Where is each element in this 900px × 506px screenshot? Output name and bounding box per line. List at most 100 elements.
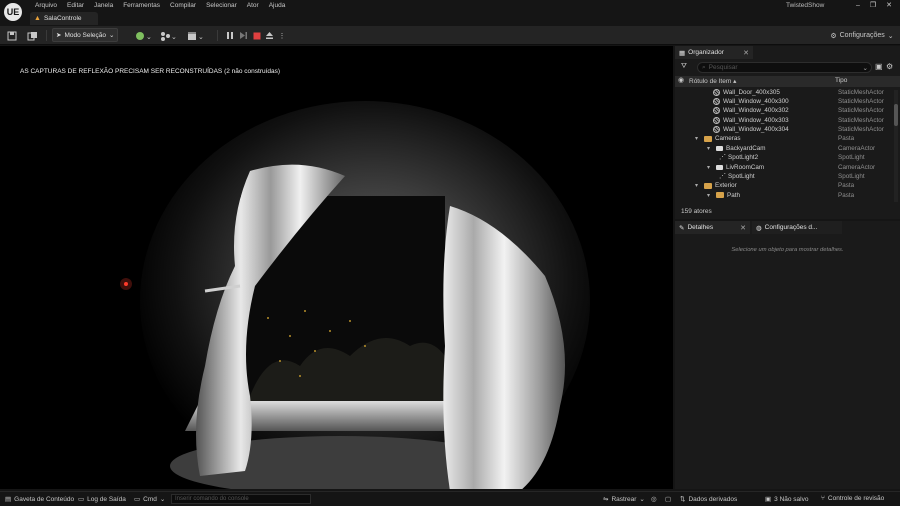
drawer-icon: ▤ (5, 496, 12, 503)
save-icon[interactable] (6, 29, 18, 42)
revision-icon: ⑂ (821, 495, 825, 502)
output-log-label: Log de Saída (87, 495, 126, 503)
close-window-button[interactable]: ✕ (882, 1, 896, 11)
outliner-row[interactable]: ▾ BackyardCam CameraActor (675, 144, 893, 153)
derived-data-button[interactable]: ⇅ Dados derivados (680, 495, 737, 504)
outliner-row[interactable]: ▾ Path Pasta (675, 191, 893, 200)
menu-item-ator[interactable]: Ator (242, 1, 264, 10)
settings-label: Configurações (839, 32, 885, 39)
revision-control-button[interactable]: ⑂ Controle de revisão (821, 495, 884, 502)
gear-icon[interactable]: ⚙ (886, 62, 893, 71)
world-settings-tab[interactable]: ◍ Configurações d... (752, 221, 842, 234)
menu-item-ferramentas[interactable]: Ferramentas (118, 1, 165, 10)
trace-icon: ⇋ (603, 496, 609, 503)
unreal-logo[interactable]: UE (4, 3, 22, 21)
chevron-down-icon: ⌄ (887, 32, 894, 40)
outliner-row[interactable]: ⋰ SpotLight2 SpotLight (675, 154, 893, 163)
outliner-row[interactable]: ▾ LivRoomCam CameraActor (675, 163, 893, 172)
output-log-button[interactable]: ▭ Log de Saída (78, 495, 126, 504)
outliner-tab-label: Organizador (688, 49, 724, 56)
record-icon[interactable]: ◎ (651, 495, 657, 503)
play-options-icon[interactable]: ⋮ (278, 29, 286, 42)
column-label-header[interactable]: Rótulo de Item ▴ (689, 77, 736, 85)
menu-item-ajuda[interactable]: Ajuda (264, 1, 291, 10)
outliner-row-type: StaticMeshActor (838, 126, 884, 134)
unsaved-button[interactable]: ▣ 3 Não salvo (765, 495, 809, 504)
outliner-row[interactable]: Wall_Window_400x303 StaticMeshActor (675, 116, 893, 125)
outliner-row[interactable]: Wall_Window_400x302 StaticMeshActor (675, 107, 893, 116)
outliner-column-header: ◉ Rótulo de Item ▴ Tipo (675, 76, 900, 87)
add-folder-icon[interactable]: ▣ (875, 62, 883, 71)
outliner-row[interactable]: Wall_Door_400x305 StaticMeshActor (675, 88, 893, 97)
outliner-search-input[interactable]: ⌕ Pesquisar ⌄ (697, 62, 872, 73)
outliner-row-type: StaticMeshActor (838, 88, 884, 96)
expand-caret-icon[interactable]: ▾ (695, 135, 701, 142)
expand-caret-icon[interactable]: ▾ (707, 192, 713, 199)
details-empty-hint: Selecione um objeto para mostrar detalhe… (731, 247, 844, 253)
viewport-scene-image (0, 46, 673, 489)
search-icon: ⌕ (702, 63, 706, 71)
folder-icon (716, 192, 724, 199)
settings-button[interactable]: ⚙ Configurações ⌄ (830, 29, 894, 42)
add-actor-icon[interactable]: ⌄ (133, 29, 153, 42)
outliner-scroll-thumb[interactable] (894, 104, 898, 126)
unsaved-label: 3 Não salvo (774, 495, 809, 503)
mesh-icon (713, 88, 720, 96)
outliner-row[interactable]: ▾ Exterior Pasta (675, 182, 893, 191)
svg-text:⌄: ⌄ (198, 34, 203, 41)
minimize-button[interactable]: – (851, 1, 865, 11)
trace-button[interactable]: ⇋ Rastrear ⌄ (603, 495, 645, 504)
expand-caret-icon[interactable]: ▾ (707, 145, 713, 152)
outliner-row-type: SpotLight (838, 154, 865, 162)
close-icon[interactable]: ✕ (743, 49, 749, 57)
step-icon[interactable] (238, 29, 249, 42)
camera-capture-icon[interactable]: ▢ (665, 495, 671, 503)
console-command-input[interactable]: Inserir comando do console (171, 494, 311, 504)
outliner-row-label: Wall_Window_400x300 (723, 97, 789, 105)
svg-text:⌄: ⌄ (146, 34, 151, 41)
visibility-eye-icon[interactable]: ◉ (678, 76, 684, 84)
cursor-icon: ➤ (56, 32, 62, 39)
project-name: TwistedShow (786, 2, 825, 9)
cmd-dropdown[interactable]: ▭ Cmd ⌄ (134, 495, 165, 504)
outliner-tab[interactable]: ▦ Organizador ✕ (675, 46, 753, 59)
revision-control-label: Controle de revisão (827, 495, 885, 502)
outliner-row-label: LivRoomCam (726, 163, 765, 171)
menu-item-selecionar[interactable]: Selecionar (201, 1, 242, 10)
outliner-row[interactable]: ▾ Cameras Pasta (675, 135, 893, 144)
content-drawer-button[interactable]: ▤ Gaveta de Conteúdo (5, 495, 74, 504)
close-icon[interactable]: ✕ (740, 224, 746, 232)
column-type-header[interactable]: Tipo (835, 77, 847, 84)
content-browser-icon[interactable] (25, 29, 39, 42)
outliner-row[interactable]: Wall_Window_400x304 StaticMeshActor (675, 126, 893, 135)
gear-icon: ⚙ (830, 32, 837, 40)
maximize-button[interactable]: ❐ (866, 1, 880, 11)
expand-caret-icon[interactable]: ▾ (707, 164, 713, 171)
details-panel: ✎ Detalhes ✕ ◍ Configurações d... Seleci… (675, 221, 900, 489)
menu-item-arquivo[interactable]: Arquivo (30, 1, 62, 10)
menu-bar: Arquivo Editar Janela Ferramentas Compil… (30, 1, 290, 10)
level-icon: ▲ (34, 15, 41, 22)
mode-select-button[interactable]: ➤ Modo Seleção ⌄ (52, 28, 118, 42)
level-viewport[interactable]: AS CAPTURAS DE REFLEXÃO PRECISAM SER REC… (0, 46, 673, 489)
outliner-row-label: Wall_Window_400x302 (723, 107, 789, 115)
eject-icon[interactable] (264, 29, 275, 42)
level-tab[interactable]: ▲ SalaControle (30, 12, 98, 25)
outliner-row-type: StaticMeshActor (838, 116, 884, 124)
pause-icon[interactable] (224, 29, 235, 42)
derived-data-icon: ⇅ (680, 496, 686, 503)
menu-item-janela[interactable]: Janela (89, 1, 118, 10)
stop-icon[interactable] (251, 29, 262, 42)
cinematics-icon[interactable]: ⌄ (185, 29, 205, 42)
outliner-row-type: Pasta (838, 191, 855, 199)
menu-item-compilar[interactable]: Compilar (165, 1, 201, 10)
menu-item-editar[interactable]: Editar (62, 1, 89, 10)
outliner-row[interactable]: Wall_Window_400x300 StaticMeshActor (675, 97, 893, 106)
details-tab[interactable]: ✎ Detalhes ✕ (675, 221, 750, 234)
expand-caret-icon[interactable]: ▾ (695, 182, 701, 189)
outliner-row[interactable]: ⋰ SpotLight SpotLight (675, 173, 893, 182)
blueprint-icon[interactable]: ⌄ (158, 29, 178, 42)
filter-icon[interactable]: ⛛ (681, 63, 687, 71)
folder-icon (704, 182, 712, 189)
outliner-row-type: Pasta (838, 182, 855, 190)
